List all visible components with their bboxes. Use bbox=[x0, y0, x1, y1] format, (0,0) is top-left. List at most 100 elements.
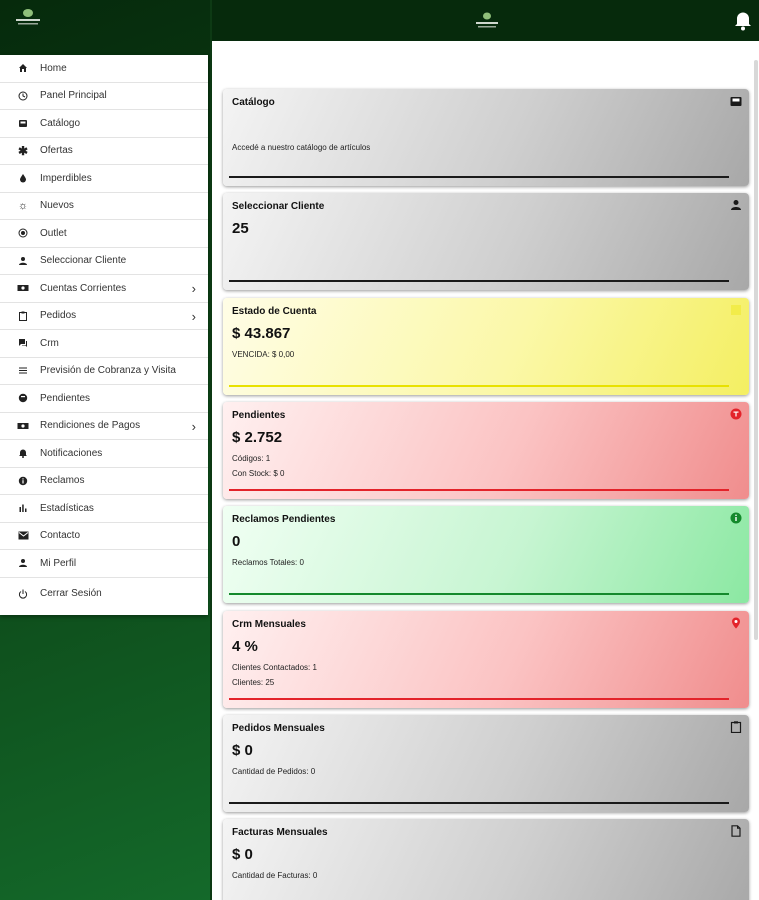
clock-icon bbox=[16, 89, 30, 103]
card-accent-bar bbox=[229, 176, 729, 178]
menu-item-home[interactable]: Home bbox=[0, 55, 208, 83]
card-stock: Con Stock: $ 0 bbox=[232, 469, 285, 478]
menu-item-label: Crm bbox=[40, 337, 59, 349]
card-value: 4 % bbox=[232, 638, 258, 655]
menu-item-label: Seleccionar Cliente bbox=[40, 255, 127, 267]
menu-item-label: Mi Perfil bbox=[40, 557, 77, 569]
menu-item-nuevos[interactable]: ☼ Nuevos bbox=[0, 193, 208, 220]
menu-item-notificaciones[interactable]: Notificaciones bbox=[0, 440, 208, 468]
clipboard-icon bbox=[16, 309, 30, 323]
lightbulb-icon: ☼ bbox=[17, 199, 29, 212]
monthly-orders-card[interactable]: Pedidos Mensuales $ 0 Cantidad de Pedido… bbox=[223, 715, 749, 812]
menu-item-ofertas[interactable]: ✱ Ofertas bbox=[0, 138, 208, 165]
menu-item-catalogo[interactable]: Catálogo bbox=[0, 110, 208, 138]
crm-monthly-card[interactable]: Crm Mensuales 4 % Clientes Contactados: … bbox=[223, 611, 749, 708]
card-total-claims: Reclamos Totales: 0 bbox=[232, 558, 304, 567]
menu-item-mi-perfil[interactable]: Mi Perfil bbox=[0, 550, 208, 578]
side-menu: Home Panel Principal Catálogo ✱ Ofertas … bbox=[0, 55, 208, 615]
menu-item-prevision[interactable]: Previsión de Cobranza y Visita bbox=[0, 358, 208, 385]
inbox-icon bbox=[16, 116, 30, 130]
bar-chart-icon bbox=[16, 501, 30, 515]
menu-item-label: Cerrar Sesión bbox=[40, 588, 102, 599]
scrollbar[interactable] bbox=[754, 60, 758, 640]
card-value: $ 2.752 bbox=[232, 429, 283, 446]
info-icon bbox=[730, 512, 742, 524]
mail-icon bbox=[16, 529, 30, 543]
menu-item-label: Reclamos bbox=[40, 475, 85, 487]
pending-claims-card[interactable]: Reclamos Pendientes 0 Reclamos Totales: … bbox=[223, 506, 749, 603]
card-codes: Códigos: 1 bbox=[232, 454, 271, 463]
forum-icon bbox=[16, 336, 30, 350]
main-content: Catálogo Accedé a nuestro catálogo de ar… bbox=[212, 0, 759, 900]
home-icon bbox=[16, 61, 30, 75]
menu-item-label: Contacto bbox=[40, 530, 81, 542]
list-icon bbox=[16, 364, 30, 378]
menu-item-label: Estadísticas bbox=[40, 502, 94, 514]
square-icon bbox=[731, 305, 741, 315]
account-status-card[interactable]: Estado de Cuenta $ 43.867 VENCIDA: $ 0,0… bbox=[223, 298, 749, 395]
brand-logo bbox=[476, 12, 498, 28]
drop-icon bbox=[16, 171, 30, 185]
menu-item-label: Panel Principal bbox=[40, 90, 107, 102]
card-accent-bar bbox=[229, 385, 729, 387]
menu-item-estadisticas[interactable]: Estadísticas bbox=[0, 495, 208, 523]
card-accent-bar bbox=[229, 280, 729, 282]
card-value: $ 0 bbox=[232, 846, 253, 863]
chevron-right-icon[interactable]: › bbox=[192, 309, 196, 324]
menu-item-label: Cuentas Corrientes bbox=[40, 282, 127, 294]
card-description: Accedé a nuestro catálogo de artículos bbox=[232, 143, 371, 152]
menu-item-label: Previsión de Cobranza y Visita bbox=[40, 365, 176, 377]
menu-item-outlet[interactable]: Outlet bbox=[0, 220, 208, 248]
money-icon bbox=[16, 419, 30, 433]
menu-item-cuentas-corrientes[interactable]: Cuentas Corrientes › bbox=[0, 275, 208, 303]
menu-item-label: Rendiciones de Pagos bbox=[40, 420, 141, 432]
menu-item-label: Notificaciones bbox=[40, 447, 103, 459]
info-icon bbox=[16, 474, 30, 488]
card-title: Pedidos Mensuales bbox=[232, 723, 325, 734]
top-bar bbox=[212, 0, 759, 41]
menu-item-rendiciones[interactable]: Rendiciones de Pagos › bbox=[0, 413, 208, 440]
location-pin-icon bbox=[732, 617, 740, 629]
menu-item-reclamos[interactable]: Reclamos bbox=[0, 468, 208, 495]
pending-icon bbox=[16, 391, 30, 405]
card-accent-bar bbox=[229, 489, 729, 491]
card-title: Estado de Cuenta bbox=[232, 306, 317, 317]
chevron-right-icon[interactable]: › bbox=[192, 419, 196, 434]
card-title: Crm Mensuales bbox=[232, 619, 306, 630]
menu-item-pedidos[interactable]: Pedidos › bbox=[0, 303, 208, 330]
menu-item-label: Nuevos bbox=[40, 200, 74, 212]
menu-item-label: Ofertas bbox=[40, 145, 73, 157]
menu-item-seleccionar-cliente[interactable]: Seleccionar Cliente bbox=[0, 248, 208, 275]
card-title: Seleccionar Cliente bbox=[232, 201, 325, 212]
menu-item-label: Imperdibles bbox=[40, 172, 92, 184]
sidebar: Home Panel Principal Catálogo ✱ Ofertas … bbox=[0, 0, 210, 900]
power-icon bbox=[16, 587, 30, 601]
menu-item-label: Catálogo bbox=[40, 117, 81, 129]
catalog-card[interactable]: Catálogo Accedé a nuestro catálogo de ar… bbox=[223, 89, 749, 186]
card-order-count: Cantidad de Pedidos: 0 bbox=[232, 767, 316, 776]
card-value: 0 bbox=[232, 533, 241, 550]
card-title: Catálogo bbox=[232, 97, 275, 108]
menu-item-crm[interactable]: Crm bbox=[0, 330, 208, 358]
menu-item-label: Pendientes bbox=[40, 392, 91, 404]
select-client-card[interactable]: Seleccionar Cliente 25 bbox=[223, 193, 749, 290]
monthly-invoices-card[interactable]: Facturas Mensuales $ 0 Cantidad de Factu… bbox=[223, 819, 749, 900]
card-overdue: VENCIDA: $ 0,00 bbox=[232, 350, 295, 359]
chevron-right-icon[interactable]: › bbox=[192, 281, 196, 296]
menu-item-panel-principal[interactable]: Panel Principal bbox=[0, 83, 208, 110]
card-accent-bar bbox=[229, 593, 729, 595]
target-icon bbox=[16, 226, 30, 240]
pending-card[interactable]: Pendientes $ 2.752 Códigos: 1 Con Stock:… bbox=[223, 402, 749, 499]
card-value: 25 bbox=[232, 220, 249, 237]
money-icon bbox=[16, 281, 30, 295]
menu-item-imperdibles[interactable]: Imperdibles bbox=[0, 165, 208, 193]
person-icon bbox=[16, 254, 30, 268]
menu-item-contacto[interactable]: Contacto bbox=[0, 523, 208, 550]
menu-item-pendientes[interactable]: Pendientes bbox=[0, 385, 208, 413]
card-title: Facturas Mensuales bbox=[232, 827, 328, 838]
card-invoice-count: Cantidad de Facturas: 0 bbox=[232, 871, 318, 880]
menu-item-cerrar-sesion[interactable]: Cerrar Sesión bbox=[0, 578, 208, 610]
menu-item-label: Pedidos bbox=[40, 310, 77, 322]
notifications-bell-icon[interactable] bbox=[733, 9, 753, 31]
clipboard-icon bbox=[730, 721, 742, 733]
